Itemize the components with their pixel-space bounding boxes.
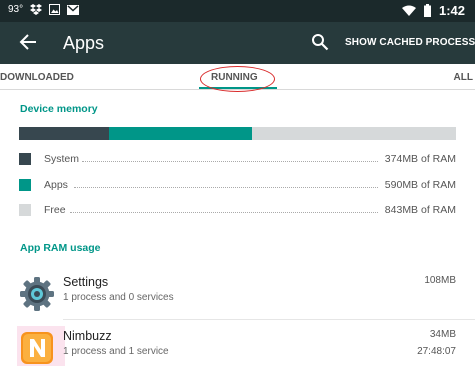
app-process-info: 1 process and 0 services xyxy=(63,292,174,303)
app-row-nimbuzz[interactable]: Nimbuzz 1 process and 1 service 34MB 27:… xyxy=(0,322,475,370)
app-running-time: 27:48:07 xyxy=(417,346,456,357)
nimbuzz-icon xyxy=(21,332,53,364)
memory-label: System xyxy=(44,153,80,165)
memory-value: 590MB of RAM xyxy=(384,179,456,191)
dotted-leader xyxy=(82,161,378,162)
page-title: Apps xyxy=(63,33,105,53)
legend-swatch-free xyxy=(19,204,31,216)
legend-swatch-system xyxy=(19,153,31,165)
memory-value: 843MB of RAM xyxy=(384,204,456,216)
dotted-leader xyxy=(70,212,378,213)
memory-bar-system-segment xyxy=(19,127,110,140)
show-cached-processes-button[interactable]: SHOW CACHED PROCESSES xyxy=(345,37,475,48)
status-bar-system: 1:42 xyxy=(401,3,465,18)
list-divider xyxy=(63,319,475,320)
memory-row-system: System 374MB of RAM xyxy=(19,152,456,168)
memory-value: 374MB of RAM xyxy=(384,153,456,165)
app-ram-size: 108MB xyxy=(424,275,456,286)
app-ram-usage-title: App RAM usage xyxy=(20,242,101,254)
legend-swatch-apps xyxy=(19,179,31,191)
back-arrow-icon[interactable] xyxy=(18,32,38,52)
annotation-circle xyxy=(200,66,275,92)
tab-all[interactable]: ALL xyxy=(454,72,473,83)
app-bar: Apps SHOW CACHED PROCESSES xyxy=(0,22,475,64)
app-name: Nimbuzz xyxy=(63,329,112,343)
temperature-text: 93° xyxy=(8,4,24,15)
wifi-icon xyxy=(401,5,416,16)
memory-bar-apps-segment xyxy=(109,127,253,140)
status-bar-notifications: 93° xyxy=(8,4,80,15)
gmail-icon xyxy=(67,4,80,15)
tab-downloaded[interactable]: DOWNLOADED xyxy=(0,72,74,83)
memory-label: Apps xyxy=(44,179,68,191)
search-icon[interactable] xyxy=(311,33,329,51)
battery-icon xyxy=(423,4,431,17)
dotted-leader xyxy=(74,187,378,188)
memory-label: Free xyxy=(44,204,66,216)
app-ram-size: 34MB xyxy=(429,329,456,340)
memory-row-free: Free 843MB of RAM xyxy=(19,203,456,219)
app-row-settings[interactable]: Settings 1 process and 0 services 108MB xyxy=(0,268,475,316)
app-process-info: 1 process and 1 service xyxy=(63,346,169,357)
app-name: Settings xyxy=(63,275,109,289)
settings-gear-icon xyxy=(20,277,54,311)
memory-usage-bar xyxy=(19,127,456,140)
clock-text: 1:42 xyxy=(438,3,465,18)
dropbox-icon xyxy=(30,4,43,15)
device-memory-title: Device memory xyxy=(20,103,98,115)
memory-row-apps: Apps 590MB of RAM xyxy=(19,178,456,194)
status-bar: 93° 1:42 xyxy=(0,0,475,22)
image-icon xyxy=(49,4,61,15)
